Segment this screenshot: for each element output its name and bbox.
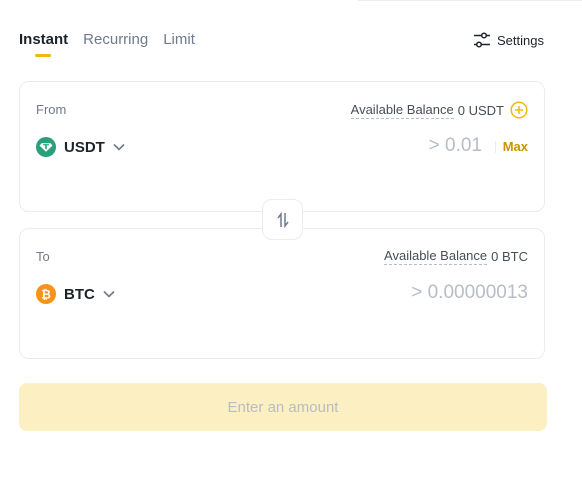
to-coin-symbol: BTC: [64, 285, 95, 303]
from-balance: Available Balance 0 USDT: [350, 101, 528, 119]
active-tab-indicator: [35, 54, 51, 57]
to-label: To: [36, 249, 50, 264]
amount-max-divider: [495, 141, 496, 153]
chevron-down-icon: [113, 143, 125, 151]
tab-instant-label: Instant: [19, 31, 69, 48]
to-balance: Available Balance 0 BTC: [384, 248, 528, 265]
plus-circle-icon: [510, 101, 528, 119]
from-balance-label: Available Balance: [350, 101, 454, 119]
to-balance-label: Available Balance: [384, 248, 488, 265]
swap-direction-button[interactable]: [262, 199, 303, 240]
from-coin-symbol: USDT: [64, 138, 105, 156]
from-coin-selector[interactable]: USDT: [36, 137, 125, 157]
svg-text:₿: ₿: [41, 288, 51, 302]
tab-limit[interactable]: Limit: [163, 31, 195, 61]
to-coin-selector[interactable]: ₿ BTC: [36, 284, 115, 304]
trade-mode-tabs: Instant Recurring Limit: [19, 31, 195, 61]
from-label: From: [36, 102, 67, 117]
tab-recurring[interactable]: Recurring: [83, 31, 148, 61]
from-card: From Available Balance 0 USDT USDT > 0.0…: [19, 81, 545, 212]
swap-arrows-icon: [276, 211, 289, 228]
max-button[interactable]: Max: [503, 139, 528, 154]
settings-label: Settings: [497, 32, 544, 48]
settings-button[interactable]: Settings: [473, 32, 544, 48]
from-balance-value: 0 USDT: [457, 102, 504, 118]
add-funds-button[interactable]: [510, 101, 528, 119]
to-card: To Available Balance 0 BTC ₿ BTC > 0.000…: [19, 228, 545, 359]
to-balance-value: 0 BTC: [491, 249, 528, 264]
chevron-down-icon: [103, 290, 115, 298]
top-divider: [358, 0, 582, 1]
btc-icon: ₿: [36, 284, 56, 304]
usdt-icon: [36, 137, 56, 157]
from-amount-input[interactable]: > 0.01: [429, 135, 482, 157]
to-amount-input[interactable]: > 0.00000013: [411, 282, 528, 304]
enter-amount-button[interactable]: Enter an amount: [19, 383, 547, 431]
tab-recurring-label: Recurring: [83, 31, 149, 48]
tab-instant[interactable]: Instant: [19, 31, 68, 61]
tab-limit-label: Limit: [163, 31, 195, 48]
sliders-icon: [474, 32, 490, 48]
